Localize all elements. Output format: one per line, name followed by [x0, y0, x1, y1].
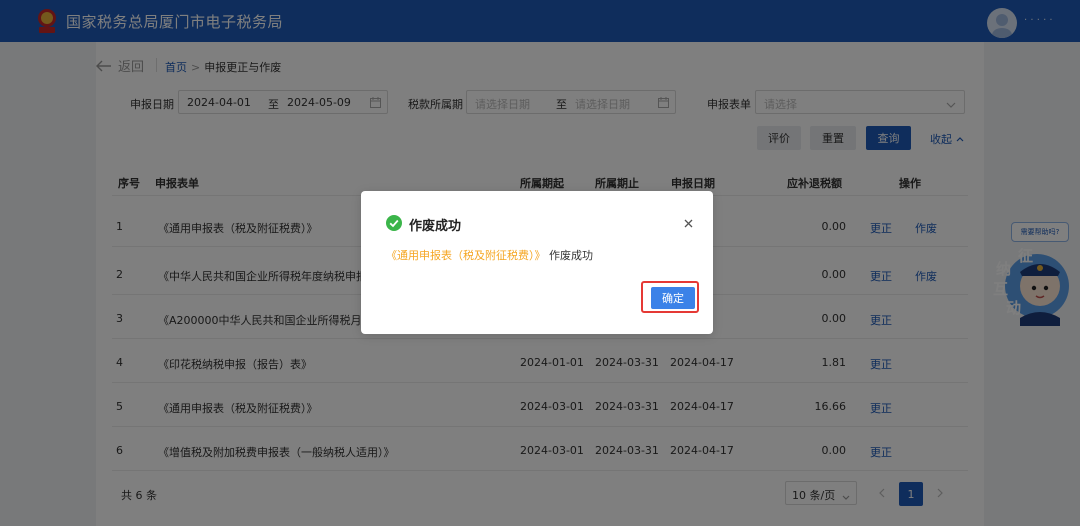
close-icon[interactable] [682, 217, 694, 229]
check-circle-icon [386, 215, 402, 234]
dialog-message-suffix: 作废成功 [549, 249, 593, 262]
dialog-message: 《通用申报表（税及附征税费）》 作废成功 [386, 247, 593, 263]
confirm-button[interactable]: 确定 [651, 287, 695, 309]
success-dialog: 作废成功 《通用申报表（税及附征税费）》 作废成功 确定 [361, 191, 713, 334]
dialog-title: 作废成功 [409, 219, 462, 234]
dialog-form-name: 《通用申报表（税及附征税费）》 [386, 249, 546, 262]
